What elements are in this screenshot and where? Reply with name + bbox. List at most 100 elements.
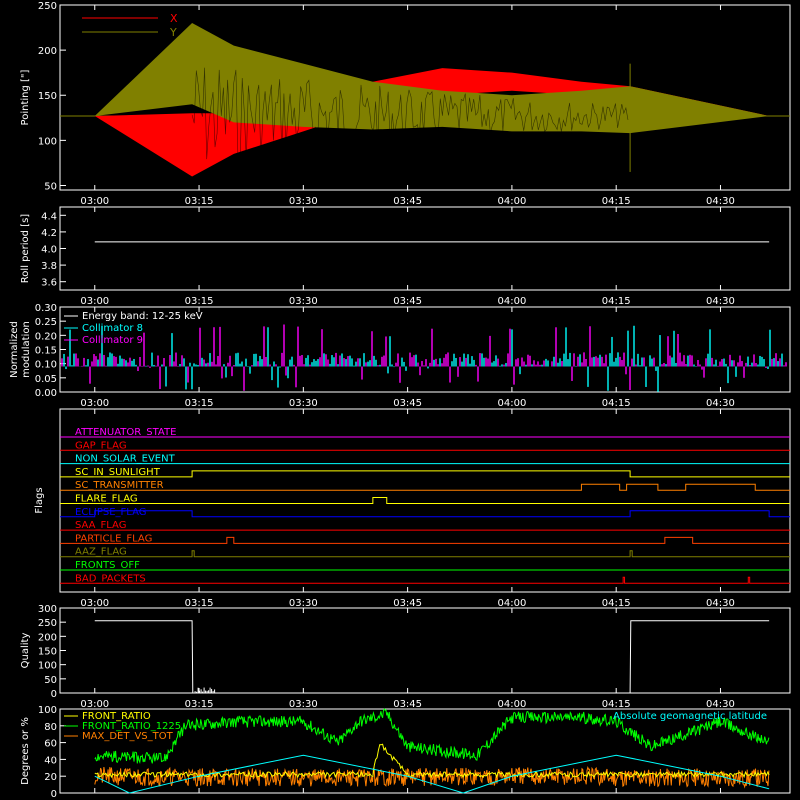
x-axis-3: 03:00 03:15 03:30 03:45 04:00 04:15 04:30 xyxy=(80,409,735,609)
flag-label: FRONTS_OFF xyxy=(75,560,140,571)
y-axis-label-3: Flags xyxy=(34,487,45,513)
flag-trace xyxy=(60,550,790,558)
y-tick-label: 4.0 xyxy=(41,245,57,256)
y-tick-label: 3.6 xyxy=(41,278,57,289)
flag-row-sc-in-sunlight: SC_IN_SUNLIGHT xyxy=(60,467,790,478)
y-tick-label: 4.2 xyxy=(41,228,57,239)
modulation-bars xyxy=(61,324,787,392)
flag-label: ATTENUATOR_STATE xyxy=(75,427,176,438)
flag-trace xyxy=(60,483,790,491)
flag-row-attenuator-state: ATTENUATOR_STATE xyxy=(60,427,790,438)
x-tick-label: 03:45 xyxy=(393,598,422,609)
x-tick-label: 04:00 xyxy=(497,699,526,710)
x-tick-label: 03:30 xyxy=(289,699,318,710)
y-tick-label: 0.15 xyxy=(35,346,57,357)
x-tick-label: 04:15 xyxy=(602,398,631,409)
legend-label: Collimator 8 xyxy=(82,323,143,334)
y-axis-5: 0 20 40 60 80 100 xyxy=(38,705,66,800)
x-tick-label: 04:00 xyxy=(497,296,526,307)
x-tick-label: 03:30 xyxy=(289,196,318,207)
x-tick-label: 03:45 xyxy=(393,699,422,710)
modulation-legend: Energy band: 12-25 keVCollimator 8Collim… xyxy=(64,311,203,346)
y-tick-label: 20 xyxy=(44,772,57,783)
pointing-series xyxy=(60,23,790,177)
y-tick-label: 50 xyxy=(44,675,57,686)
y-tick-label: 300 xyxy=(38,604,57,615)
x-tick-label: 04:30 xyxy=(706,699,735,710)
y-tick-label: 4.4 xyxy=(41,211,57,222)
x-tick-label: 03:00 xyxy=(80,598,109,609)
flag-row-bad-packets: BAD_PACKETS xyxy=(60,573,790,584)
x-tick-label: 03:30 xyxy=(289,296,318,307)
y-tick-label: 80 xyxy=(44,722,57,733)
flag-row-fronts-off: FRONTS_OFF xyxy=(60,560,790,571)
flag-trace xyxy=(60,497,790,504)
y-tick-label: 250 xyxy=(38,1,57,12)
y-axis-label-2b: modulation xyxy=(21,321,32,378)
y-tick-label: 100 xyxy=(38,136,57,147)
y-tick-label: 3.8 xyxy=(41,261,57,272)
x-tick-label: 04:15 xyxy=(602,296,631,307)
flag-row-eclipse-flag: ECLIPSE_FLAG xyxy=(60,507,790,518)
x-tick-label: 03:00 xyxy=(80,296,109,307)
flag-trace xyxy=(60,510,790,518)
x-tick-label: 03:30 xyxy=(289,598,318,609)
x-tick-label: 04:15 xyxy=(602,196,631,207)
x-tick-label: 03:15 xyxy=(185,398,214,409)
flag-label: NON_SOLAR_EVENT xyxy=(75,454,176,465)
flag-label: ECLIPSE_FLAG xyxy=(75,507,146,518)
y-tick-label: 0.20 xyxy=(35,331,57,342)
flag-row-particle-flag: PARTICLE_FLAG xyxy=(60,533,790,544)
y-tick-label: 60 xyxy=(44,739,57,750)
flag-rows: ATTENUATOR_STATE GAP_FLAG NON_SOLAR_EVENT S… xyxy=(60,427,790,584)
flag-label: SC_TRANSMITTER xyxy=(75,480,164,491)
pointing-legend: XY xyxy=(82,12,178,39)
flag-trace xyxy=(60,576,790,584)
y-tick-label: 200 xyxy=(38,46,57,57)
geomagnetic-annotation: Absolute geomagnetic latitude xyxy=(613,711,767,722)
quality-noise xyxy=(194,687,216,693)
y-axis-4: 0 50 100 150 200 250 300 xyxy=(38,604,66,700)
y-tick-label: 0 xyxy=(51,689,57,700)
flag-label: SAA_FLAG xyxy=(75,520,126,531)
x-tick-label: 03:45 xyxy=(393,196,422,207)
quality-line xyxy=(94,620,770,694)
legend-label-y: Y xyxy=(169,26,177,39)
x-tick-label: 04:00 xyxy=(497,196,526,207)
x-tick-label: 03:00 xyxy=(80,196,109,207)
x-tick-label: 03:00 xyxy=(80,398,109,409)
flag-label: SC_IN_SUNLIGHT xyxy=(75,467,161,478)
flag-row-saa-flag: SAA_FLAG xyxy=(60,520,790,531)
x-axis-1: 03:00 03:15 03:30 03:45 04:00 04:15 04:30 xyxy=(80,207,735,307)
stix-quicklook-figure: 03:00 03:15 03:30 03:45 04:00 04:15 04:30 50 100… xyxy=(9,1,791,800)
flag-trace xyxy=(60,470,790,478)
y-tick-label: 0.30 xyxy=(35,303,57,314)
y-axis-label-2a: Normalized xyxy=(9,321,20,378)
x-tick-label: 04:30 xyxy=(706,398,735,409)
flag-row-non-solar-event: NON_SOLAR_EVENT xyxy=(60,454,790,465)
x-tick-label: 03:45 xyxy=(393,398,422,409)
y-axis-label-0: Pointing ["] xyxy=(20,69,31,125)
legend-label: Collimator 9 xyxy=(82,335,143,346)
flag-row-aaz-flag: AAZ_FLAG xyxy=(60,547,790,558)
x-tick-label: 03:45 xyxy=(393,296,422,307)
flag-label: GAP_FLAG xyxy=(75,440,127,451)
flag-row-flare-flag: FLARE_FLAG xyxy=(60,494,790,505)
y-tick-label: 200 xyxy=(38,632,57,643)
x-tick-label: 04:00 xyxy=(497,598,526,609)
y-tick-label: 0.05 xyxy=(35,374,57,385)
x-tick-label: 03:30 xyxy=(289,398,318,409)
x-tick-label: 03:15 xyxy=(185,196,214,207)
y-tick-label: 40 xyxy=(44,755,57,766)
panel-frame-1 xyxy=(59,206,791,291)
x-tick-label: 03:00 xyxy=(80,699,109,710)
y-axis-label-1: Roll period [s] xyxy=(20,214,31,283)
x-tick-label: 03:15 xyxy=(185,598,214,609)
x-tick-label: 03:15 xyxy=(185,296,214,307)
y-tick-label: 150 xyxy=(38,91,57,102)
y-tick-label: 250 xyxy=(38,618,57,629)
x-tick-label: 04:15 xyxy=(602,699,631,710)
y-tick-label: 0.00 xyxy=(35,388,57,399)
flag-label: FLARE_FLAG xyxy=(75,494,138,505)
legend-label: MAX_DET_VS_TOT xyxy=(82,731,174,742)
